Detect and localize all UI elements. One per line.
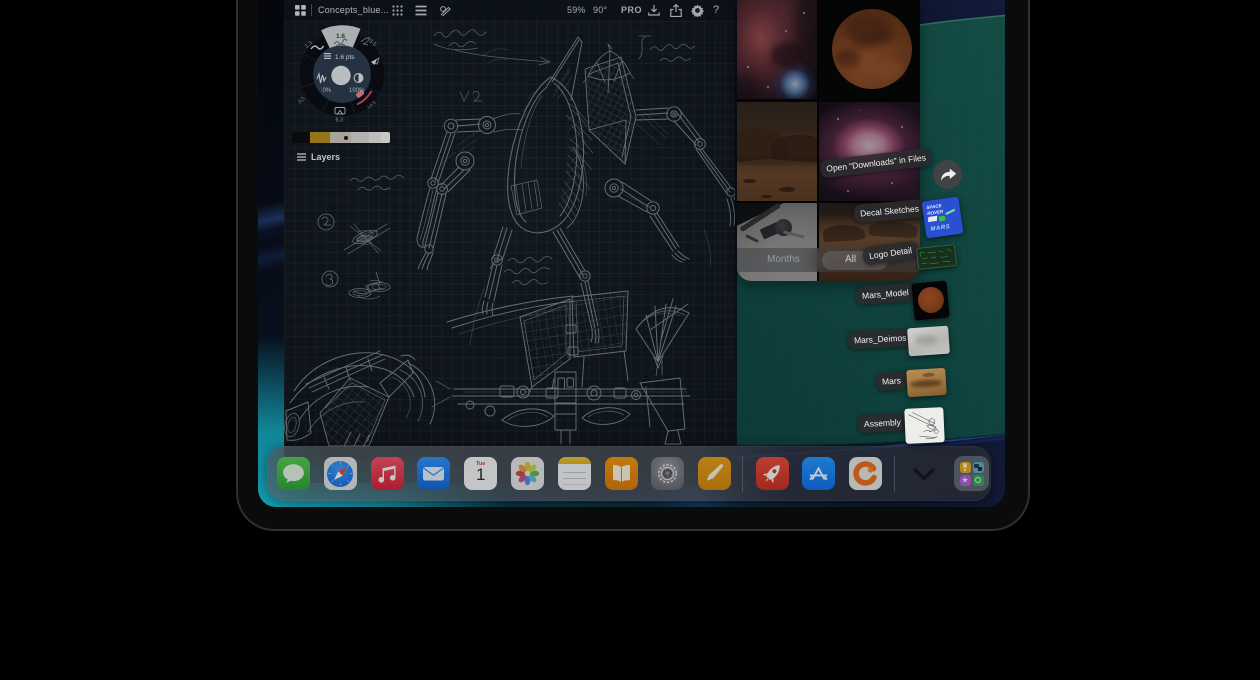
svg-text:A3: A3 <box>297 96 307 106</box>
svg-text:1.6 pts: 1.6 pts <box>335 54 355 61</box>
svg-text:6.3: 6.3 <box>336 118 344 124</box>
svg-text:0%: 0% <box>323 88 332 94</box>
svg-text:100%: 100% <box>349 88 365 94</box>
